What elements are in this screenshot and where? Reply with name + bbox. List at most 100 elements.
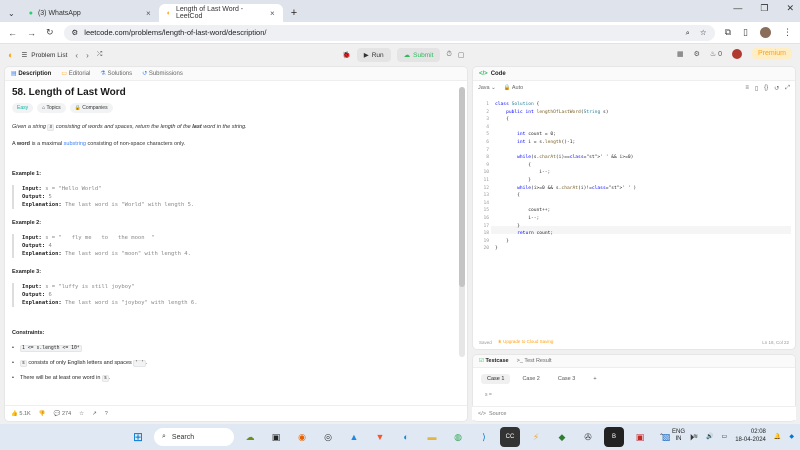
language-indicator[interactable]: ENG IN	[672, 429, 685, 443]
code-line[interactable]: i--;	[495, 215, 539, 223]
code-line[interactable]: i--;	[495, 169, 550, 177]
code-line[interactable]: while(s.charAt(i)==class="st">' ' && i>=…	[495, 154, 633, 162]
fullscreen-icon[interactable]: ⤢	[785, 85, 790, 92]
help-icon[interactable]: ?	[105, 411, 108, 417]
code-line[interactable]: }	[495, 238, 509, 246]
more-menu-icon[interactable]: ⋮	[783, 27, 792, 38]
run-button[interactable]: ▶ Run	[356, 48, 391, 62]
code-line[interactable]: {	[495, 192, 520, 200]
code-line[interactable]: int i = s.length()-1;	[495, 139, 575, 147]
settings-icon[interactable]: ⚙	[694, 50, 700, 58]
tab-description[interactable]: ▤ Description	[11, 70, 51, 77]
battery-icon[interactable]: ▭	[722, 433, 728, 440]
companies-chip[interactable]: 🔒 Companies	[69, 103, 113, 113]
prev-problem-icon[interactable]: ‹	[75, 51, 78, 60]
leetcode-logo-icon[interactable]: ◐	[8, 50, 13, 60]
auto-toggle[interactable]: 🔒 Auto	[504, 85, 523, 91]
bookmark-star-icon[interactable]: ☆	[700, 28, 707, 38]
wifi-icon[interactable]: ≋	[693, 433, 698, 440]
app-icon-6[interactable]: ▣	[630, 427, 650, 447]
taskbar-search[interactable]: ⌕ Search	[154, 428, 234, 446]
favorite-star-icon[interactable]: ☆	[79, 411, 84, 417]
code-line[interactable]: {	[495, 162, 531, 170]
code-editor[interactable]: 1 class Solution {2 public int lengthOfLa…	[473, 97, 795, 337]
substring-link[interactable]: substring	[64, 141, 86, 147]
bookmark-icon[interactable]: ▯	[755, 85, 758, 92]
code-line[interactable]: return count;	[495, 230, 553, 238]
app-tray-icon[interactable]: ◆	[789, 433, 794, 440]
new-tab-button[interactable]: +	[283, 4, 305, 22]
add-case-button[interactable]: +	[587, 374, 602, 384]
like-button[interactable]: 👍 5.1K	[11, 411, 31, 417]
volume-icon[interactable]: 🔊	[706, 433, 713, 440]
share-icon[interactable]: ↗	[92, 411, 97, 417]
edge-icon[interactable]: ◐	[396, 427, 416, 447]
tab-editorial[interactable]: ▭ Editorial	[61, 70, 90, 77]
chevron-up-icon[interactable]: ⌃	[659, 433, 664, 440]
submit-button[interactable]: ☁ Submit	[396, 48, 441, 62]
code-line[interactable]: count++;	[495, 207, 550, 215]
minimize-icon[interactable]: —	[733, 3, 742, 14]
upgrade-link[interactable]: ♛ Upgrade to Cloud Saving	[498, 339, 554, 345]
app-icon-3[interactable]: ◆	[552, 427, 572, 447]
close-icon[interactable]: ×	[270, 9, 275, 18]
language-select[interactable]: Java ⌄	[478, 85, 496, 91]
app-icon-2[interactable]: ⚡	[526, 427, 546, 447]
maximize-icon[interactable]: ❐	[760, 3, 768, 14]
code-line[interactable]: {	[495, 116, 509, 124]
debug-icon[interactable]: 🐞	[342, 51, 351, 59]
app-icon[interactable]: ▲	[344, 427, 364, 447]
case-1-button[interactable]: Case 1	[481, 374, 511, 384]
tab-test-result[interactable]: >_ Test Result	[517, 358, 552, 364]
case-3-button[interactable]: Case 3	[552, 374, 581, 384]
code-line[interactable]: while(i>=0 && s.charAt(i)!=class="st">' …	[495, 185, 636, 193]
back-icon[interactable]: ←	[8, 28, 17, 38]
task-view-icon[interactable]: ▣	[266, 427, 286, 447]
reset-icon[interactable]: ↺	[774, 85, 779, 92]
firefox-icon[interactable]: ◉	[292, 427, 312, 447]
url-field[interactable]: ⚙ leetcode.com/problems/length-of-last-w…	[63, 24, 715, 41]
close-window-icon[interactable]: ✕	[786, 3, 794, 14]
next-problem-icon[interactable]: ›	[86, 51, 89, 60]
notification-icon[interactable]: 🔔	[774, 433, 781, 440]
tab-list-button[interactable]: ⌄	[0, 4, 21, 22]
code-line[interactable]: }	[495, 177, 531, 185]
reload-icon[interactable]: ↻	[46, 27, 54, 38]
site-info-icon[interactable]: ⚙	[72, 28, 79, 37]
brave-icon[interactable]: ▼	[370, 427, 390, 447]
file-explorer-icon[interactable]: ▬	[422, 427, 442, 447]
code-line[interactable]: }	[495, 245, 498, 253]
shuffle-icon[interactable]: ⤮	[97, 51, 103, 59]
problem-list-button[interactable]: ☰ Problem List	[21, 51, 67, 60]
browser-tab-whatsapp[interactable]: ● (3) WhatsApp ×	[21, 4, 159, 22]
code-line[interactable]: int count = 0;	[495, 131, 556, 139]
windows-start-icon[interactable]: ⊞	[128, 427, 148, 447]
premium-button[interactable]: Premium	[751, 48, 792, 59]
code-line[interactable]: }	[495, 223, 520, 231]
case-2-button[interactable]: Case 2	[516, 374, 545, 384]
widgets-icon[interactable]: ☁	[240, 427, 260, 447]
notes-icon[interactable]: ▢	[458, 51, 465, 59]
braces-icon[interactable]: {}	[764, 85, 768, 92]
profile-avatar[interactable]	[760, 27, 771, 38]
explorer-icon[interactable]: ◎	[318, 427, 338, 447]
tab-submissions[interactable]: ↺ Submissions	[142, 70, 183, 77]
streak-counter[interactable]: ♨ 0	[710, 50, 722, 58]
cc-icon[interactable]: CC	[500, 427, 520, 447]
app-icon-4[interactable]: ✇	[578, 427, 598, 447]
code-line[interactable]: class Solution {	[495, 101, 539, 109]
dislike-icon[interactable]: 👎	[39, 411, 46, 417]
user-avatar[interactable]	[731, 48, 742, 59]
sidebar-icon[interactable]: ▯	[743, 27, 748, 38]
zoom-icon[interactable]: ⌕	[686, 28, 690, 38]
vscode-icon[interactable]: ⟩	[474, 427, 494, 447]
browser-tab-leetcode[interactable]: ◐ Length of Last Word - LeetCod ×	[158, 4, 283, 22]
layout-icon[interactable]: ▦	[677, 50, 684, 58]
chrome-icon[interactable]: ◍	[448, 427, 468, 447]
extensions-icon[interactable]: ⧉	[725, 27, 731, 38]
clock[interactable]: 02:08 18-04-2024	[735, 428, 766, 444]
forward-icon[interactable]: →	[27, 28, 36, 38]
format-icon[interactable]: ≡	[745, 85, 749, 92]
app-icon-5[interactable]: B	[604, 427, 624, 447]
close-icon[interactable]: ×	[146, 9, 151, 18]
